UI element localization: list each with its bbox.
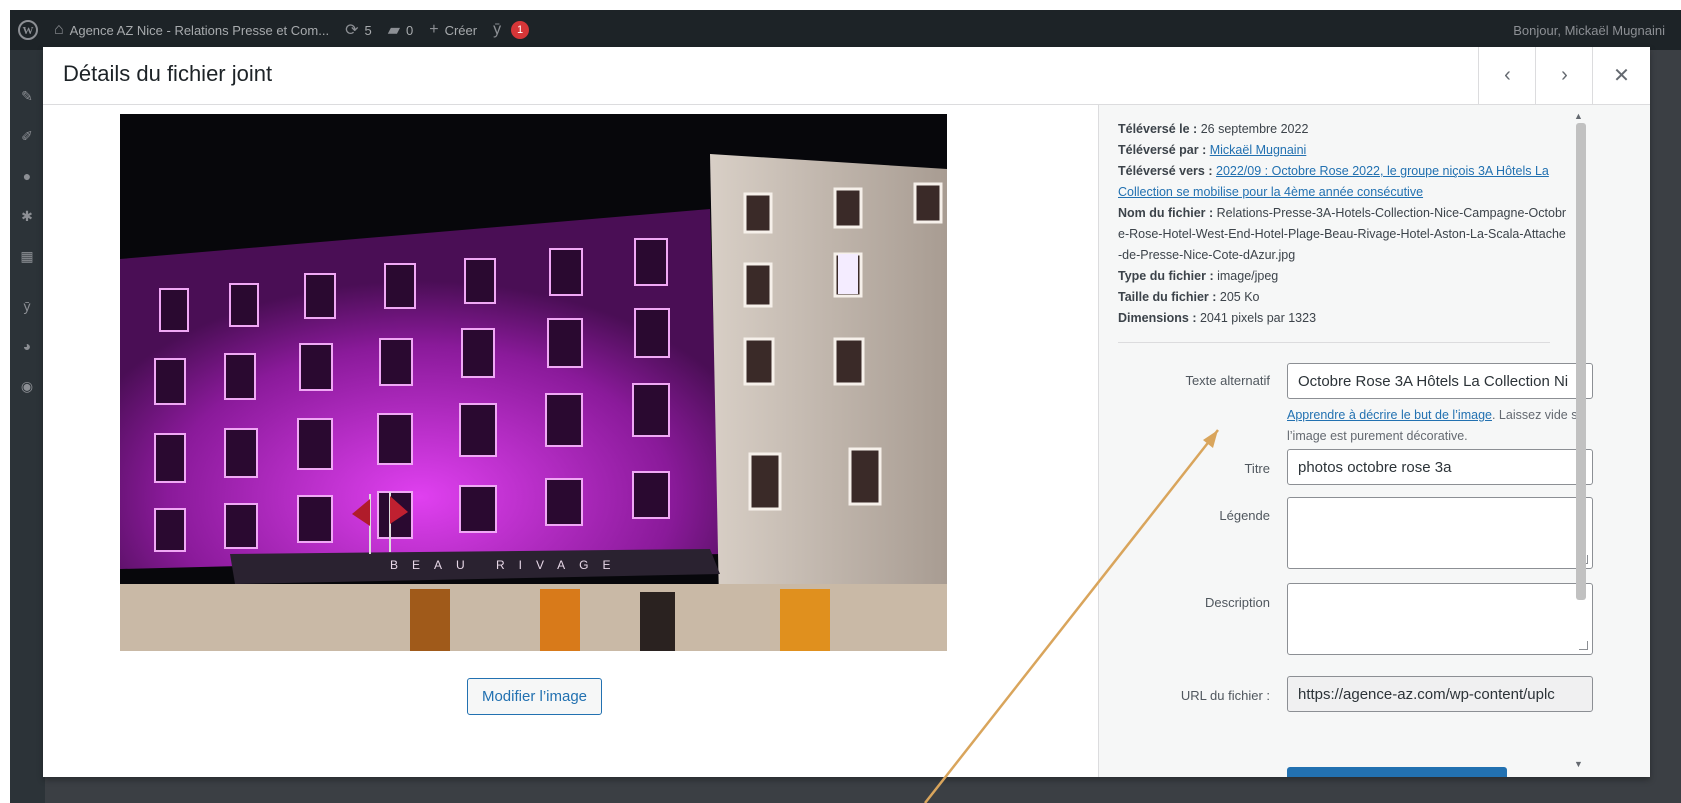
copy-url-button[interactable] (1287, 767, 1507, 777)
home-icon: ⌂ (54, 21, 64, 38)
attachment-details-modal: Détails du fichier joint ‹ › ✕ BEAU RIVA… (43, 47, 1650, 777)
site-title: Agence AZ Nice - Relations Presse et Com… (69, 22, 330, 38)
dimensions-row: Dimensions : 2041 pixels par 1323 (1118, 311, 1317, 325)
site-name-link[interactable]: ⌂ Agence AZ Nice - Relations Presse et C… (54, 21, 329, 39)
filename-row: Nom du fichier : Relations-Presse-3A-Hot… (1118, 206, 1567, 262)
hotel-sign-text: BEAU RIVAGE (390, 558, 624, 572)
chevron-left-icon: ‹ (1504, 64, 1511, 86)
details-scrollbar[interactable] (1576, 123, 1586, 600)
brush-icon[interactable]: ✐ (18, 128, 36, 146)
separator (1118, 342, 1550, 343)
attachment-details-pane: Téléversé le : 26 septembre 2022 Téléver… (1098, 105, 1650, 777)
comment-icon: ▰ (387, 22, 401, 39)
file-url-label: URL du fichier : (1180, 688, 1270, 703)
chart-icon[interactable]: ◕ (18, 338, 36, 356)
uploaded-to-row: Téléversé vers : 2022/09 : Octobre Rose … (1118, 164, 1549, 199)
resize-handle-icon[interactable] (1579, 641, 1588, 650)
yoast-icon: ȳ (493, 21, 502, 38)
new-content-link[interactable]: + Créer (429, 21, 477, 39)
settings-icon[interactable]: ▦ (18, 248, 36, 266)
updates-count: 5 (364, 22, 372, 38)
uploaded-on-value: 26 septembre 2022 (1200, 122, 1309, 136)
uploaded-by-link[interactable]: Mickaël Mugnaini (1210, 143, 1307, 157)
close-icon: ✕ (1613, 65, 1630, 87)
alt-text-input[interactable]: Octobre Rose 3A Hôtels La Collection Ni (1287, 363, 1593, 399)
alt-text-help: Apprendre à décrire le but de l’image. L… (1287, 405, 1587, 447)
caption-label: Légende (1219, 508, 1270, 523)
modal-header: Détails du fichier joint ‹ › ✕ (43, 47, 1650, 105)
scroll-up-icon[interactable]: ▲ (1574, 111, 1583, 121)
caption-textarea[interactable] (1287, 497, 1593, 569)
alt-text-help-link[interactable]: Apprendre à décrire le but de l’image (1287, 408, 1492, 422)
refresh-icon: ⟳ (345, 22, 359, 39)
updates-link[interactable]: ⟳ 5 (345, 20, 372, 40)
wordpress-logo-icon[interactable]: W (10, 20, 46, 40)
alt-text-label: Texte alternatif (1185, 373, 1270, 388)
file-metadata: Téléversé le : 26 septembre 2022 Téléver… (1118, 119, 1568, 329)
yoast-menu-icon[interactable]: ȳ (18, 298, 36, 316)
admin-bar: W ⌂ Agence AZ Nice - Relations Presse et… (10, 10, 1681, 50)
scroll-down-icon[interactable]: ▼ (1574, 759, 1583, 769)
filesize-value: 205 Ko (1219, 290, 1260, 304)
previous-button[interactable]: ‹ (1478, 47, 1536, 104)
description-label: Description (1204, 595, 1270, 610)
title-input[interactable]: photos octobre rose 3a (1287, 449, 1593, 485)
filetype-row: Type du fichier : image/jpeg (1118, 269, 1279, 283)
pin-icon[interactable]: ✎ (18, 88, 36, 106)
file-url-input[interactable]: https://agence-az.com/wp-content/uplc (1287, 676, 1593, 712)
edit-image-button[interactable]: Modifier l’image (467, 678, 602, 715)
filesize-row: Taille du fichier : 205 Ko (1118, 290, 1260, 304)
plus-icon: + (429, 21, 439, 38)
uploaded-on-row: Téléversé le : 26 septembre 2022 (1118, 122, 1309, 136)
tools-icon[interactable]: ✱ (18, 208, 36, 226)
description-textarea[interactable] (1287, 583, 1593, 655)
user-greeting[interactable]: Bonjour, Mickaël Mugnaini (1513, 23, 1665, 38)
comments-link[interactable]: ▰ 0 (388, 20, 414, 40)
title-label: Titre (1244, 461, 1270, 476)
dimensions-value: 2041 pixels par 1323 (1199, 311, 1317, 325)
yoast-link[interactable]: ȳ 1 (493, 21, 530, 39)
create-label: Créer (444, 22, 478, 38)
filetype-value: image/jpeg (1217, 269, 1279, 283)
admin-sidebar: ✎ ✐ ● ✱ ▦ ȳ ◕ ◉ (10, 50, 45, 803)
users-icon[interactable]: ● (18, 168, 36, 186)
svg-text:W: W (23, 25, 34, 37)
modal-title: Détails du fichier joint (63, 61, 273, 86)
uploaded-by-row: Téléversé par : Mickaël Mugnaini (1118, 143, 1307, 157)
play-icon[interactable]: ◉ (18, 378, 36, 396)
comments-count: 0 (406, 22, 414, 38)
yoast-badge: 1 (511, 21, 530, 39)
image-preview-pane: BEAU RIVAGE Modifier l’image (43, 105, 1098, 777)
close-button[interactable]: ✕ (1592, 47, 1650, 104)
chevron-right-icon: › (1561, 64, 1568, 86)
next-button[interactable]: › (1535, 47, 1593, 104)
attachment-image: BEAU RIVAGE (120, 114, 947, 651)
